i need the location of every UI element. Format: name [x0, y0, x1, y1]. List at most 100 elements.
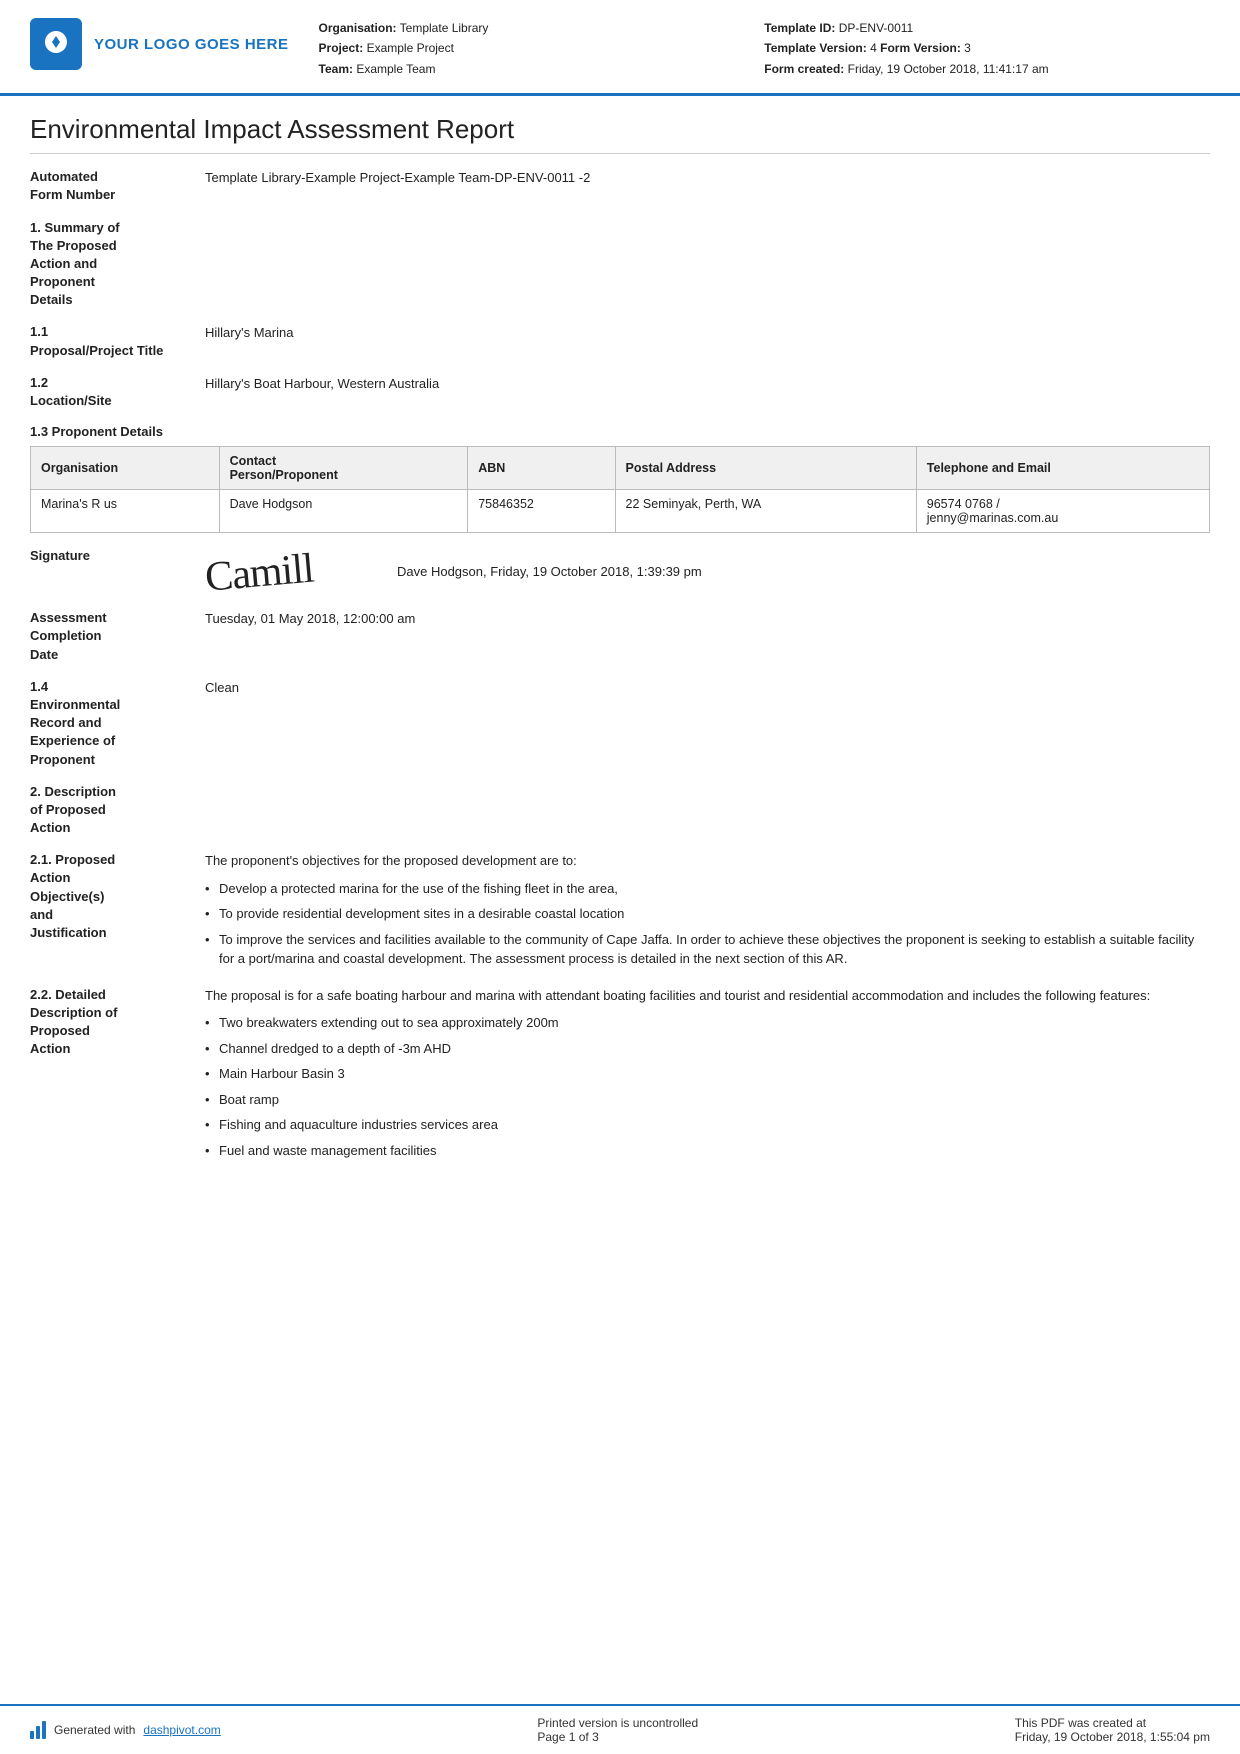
section1-1-label: 1.1 Proposal/Project Title: [30, 323, 205, 359]
section2-label: 2. Description of Proposed Action: [30, 783, 205, 838]
header: YOUR LOGO GOES HERE Organisation: Templa…: [0, 0, 1240, 96]
printed-text: Printed version is uncontrolled: [537, 1716, 698, 1730]
header-meta-right: Template ID: DP-ENV-0011 Template Versio…: [764, 18, 1210, 79]
section1-2-label: 1.2 Location/Site: [30, 374, 205, 410]
proponent-table: Organisation ContactPerson/Proponent ABN…: [30, 446, 1210, 533]
signature-image: Camill: [203, 540, 367, 602]
cell-telephone: 96574 0768 / jenny@marinas.com.au: [916, 490, 1209, 533]
logo-svg: [40, 28, 72, 60]
table-head: Organisation ContactPerson/Proponent ABN…: [31, 447, 1210, 490]
project-value: Example Project: [367, 41, 454, 55]
bullet-item: To improve the services and facilities a…: [205, 927, 1210, 972]
header-meta-left: Organisation: Template Library Project: …: [319, 18, 765, 79]
team-line: Team: Example Team: [319, 59, 765, 79]
col-contact: ContactPerson/Proponent: [219, 447, 468, 490]
org-line: Organisation: Template Library: [319, 18, 765, 38]
section2-1-intro: The proponent's objectives for the propo…: [205, 851, 1210, 871]
section1-2-row: 1.2 Location/Site Hillary's Boat Harbour…: [30, 374, 1210, 410]
footer-left: Generated with dashpivot.com: [30, 1721, 221, 1739]
section1-3-label: 1.3 Proponent Details: [30, 424, 1210, 439]
form-created-line: Form created: Friday, 19 October 2018, 1…: [764, 59, 1210, 79]
section2-row: 2. Description of Proposed Action: [30, 783, 1210, 838]
logo-icon: [30, 18, 82, 70]
cell-postal: 22 Seminyak, Perth, WA: [615, 490, 916, 533]
bullet-item: Fishing and aquaculture industries servi…: [205, 1112, 1210, 1138]
footer-center: Printed version is uncontrolled Page 1 o…: [537, 1716, 698, 1744]
bullet-item: Develop a protected marina for the use o…: [205, 876, 1210, 902]
signature-label: Signature: [30, 547, 205, 565]
pdf-text: This PDF was created at: [1015, 1716, 1210, 1730]
team-label: Team:: [319, 62, 353, 76]
bullet-item: Main Harbour Basin 3: [205, 1061, 1210, 1087]
logo-area: YOUR LOGO GOES HERE: [30, 18, 289, 70]
assessment-label: Assessment Completion Date: [30, 609, 205, 664]
template-id-label: Template ID:: [764, 21, 835, 35]
page: YOUR LOGO GOES HERE Organisation: Templa…: [0, 0, 1240, 1754]
template-id-value: DP-ENV-0011: [839, 21, 913, 35]
form-version-value: 3: [964, 41, 971, 55]
page-text: Page 1 of 3: [537, 1730, 698, 1744]
team-value: Example Team: [356, 62, 435, 76]
col-telephone: Telephone and Email: [916, 447, 1209, 490]
form-number-row: Automated Form Number Template Library-E…: [30, 168, 1210, 204]
section1-row: 1. Summary of The Proposed Action and Pr…: [30, 219, 1210, 310]
bullet-item: Channel dredged to a depth of -3m AHD: [205, 1036, 1210, 1062]
section1-4-label: 1.4 Environmental Record and Experience …: [30, 678, 205, 769]
form-number-value: Template Library-Example Project-Example…: [205, 168, 1210, 188]
bullet-item: Two breakwaters extending out to sea app…: [205, 1010, 1210, 1036]
section2-1-content: The proponent's objectives for the propo…: [205, 851, 1210, 972]
signature-name: Dave Hodgson, Friday, 19 October 2018, 1…: [397, 564, 702, 579]
col-organisation: Organisation: [31, 447, 220, 490]
assessment-value: Tuesday, 01 May 2018, 12:00:00 am: [205, 609, 1210, 629]
section1-label: 1. Summary of The Proposed Action and Pr…: [30, 219, 205, 310]
section2-2-label: 2.2. Detailed Description of Proposed Ac…: [30, 986, 205, 1059]
main-content: Environmental Impact Assessment Report A…: [0, 96, 1240, 1704]
bullet-item: To provide residential development sites…: [205, 901, 1210, 927]
bullet-item: Boat ramp: [205, 1087, 1210, 1113]
project-label: Project:: [319, 41, 364, 55]
logo-text: YOUR LOGO GOES HERE: [94, 36, 289, 53]
section1-2-value: Hillary's Boat Harbour, Western Australi…: [205, 374, 1210, 394]
org-label: Organisation:: [319, 21, 397, 35]
col-abn: ABN: [468, 447, 615, 490]
section2-2-row: 2.2. Detailed Description of Proposed Ac…: [30, 986, 1210, 1164]
section2-1-bullets: Develop a protected marina for the use o…: [205, 876, 1210, 972]
template-version-label: Template Version:: [764, 41, 866, 55]
section2-1-row: 2.1. Proposed Action Objective(s) and Ju…: [30, 851, 1210, 972]
section2-2-content: The proposal is for a safe boating harbo…: [205, 986, 1210, 1164]
assessment-row: Assessment Completion Date Tuesday, 01 M…: [30, 609, 1210, 664]
table-header-row: Organisation ContactPerson/Proponent ABN…: [31, 447, 1210, 490]
template-version-line: Template Version: 4 Form Version: 3: [764, 38, 1210, 58]
form-created-value: Friday, 19 October 2018, 11:41:17 am: [848, 62, 1049, 76]
section2-1-label: 2.1. Proposed Action Objective(s) and Ju…: [30, 851, 205, 942]
template-version-value: 4: [870, 41, 877, 55]
form-number-label: Automated Form Number: [30, 168, 205, 204]
org-value: Template Library: [400, 21, 489, 35]
signature-row: Signature Camill Dave Hodgson, Friday, 1…: [30, 547, 1210, 595]
header-meta: Organisation: Template Library Project: …: [319, 18, 1210, 79]
section1-4-value: Clean: [205, 678, 1210, 698]
form-created-label: Form created:: [764, 62, 844, 76]
footer-right: This PDF was created at Friday, 19 Octob…: [1015, 1716, 1210, 1744]
footer-logo-icon: [30, 1721, 46, 1739]
section1-3-block: 1.3 Proponent Details Organisation Conta…: [30, 424, 1210, 533]
cell-organisation: Marina's R us: [31, 490, 220, 533]
pdf-date: Friday, 19 October 2018, 1:55:04 pm: [1015, 1730, 1210, 1744]
cell-abn: 75846352: [468, 490, 615, 533]
footer-site-link[interactable]: dashpivot.com: [143, 1723, 220, 1737]
section2-2-bullets: Two breakwaters extending out to sea app…: [205, 1010, 1210, 1163]
section1-4-row: 1.4 Environmental Record and Experience …: [30, 678, 1210, 769]
section1-1-value: Hillary's Marina: [205, 323, 1210, 343]
bar3: [42, 1721, 46, 1739]
form-version-label: Form Version:: [880, 41, 961, 55]
table-row: Marina's R us Dave Hodgson 75846352 22 S…: [31, 490, 1210, 533]
table-body: Marina's R us Dave Hodgson 75846352 22 S…: [31, 490, 1210, 533]
section1-1-row: 1.1 Proposal/Project Title Hillary's Mar…: [30, 323, 1210, 359]
signature-area: Camill Dave Hodgson, Friday, 19 October …: [205, 547, 702, 595]
bullet-item: Fuel and waste management facilities: [205, 1138, 1210, 1164]
cell-contact: Dave Hodgson: [219, 490, 468, 533]
bar2: [36, 1726, 40, 1739]
bar1: [30, 1731, 34, 1739]
generated-text: Generated with: [54, 1723, 135, 1737]
col-postal: Postal Address: [615, 447, 916, 490]
